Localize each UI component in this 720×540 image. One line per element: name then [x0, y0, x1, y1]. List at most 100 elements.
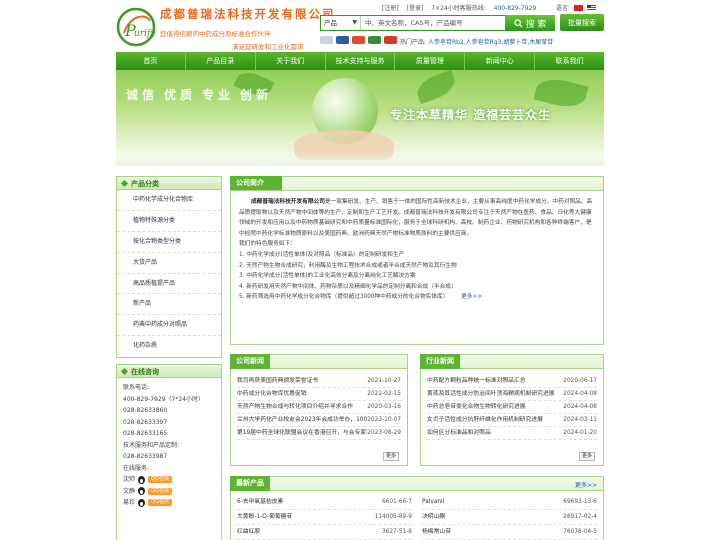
product-cas: 114005-89-9 — [374, 514, 412, 520]
language-label: 语言: — [556, 5, 571, 12]
news-title[interactable]: 黄芪及其活性成分防治间叶顶海鞘病机制研究进展 — [427, 388, 555, 400]
hot-products-links[interactable]: 人参皂苷Rb2,人参皂苷Rg3,胡萝卜苷,木犀草苷 — [428, 39, 553, 46]
qq-online-badge[interactable]: QQ在线 — [148, 476, 173, 484]
login-link[interactable]: [登录] — [407, 5, 424, 12]
intro-paragraph: 成都普瑞法科技开发有限公司是一家集研发、生产、销售于一体的国际性高新技术企业，主… — [239, 197, 595, 239]
new-products-more-link[interactable]: 更多>> — [575, 480, 597, 489]
search-icon — [513, 18, 523, 28]
banner-word: 专业 — [202, 88, 235, 102]
slogan-line-2: 满足您研发和工业化需求 — [232, 43, 304, 51]
company-news-more-button[interactable]: 更多 — [382, 452, 399, 461]
hero-banner[interactable]: 诚信 优质 专业 创新 专注本草精华 造福芸芸众生 — [116, 70, 604, 166]
category-item[interactable]: 化药杂质 — [117, 336, 221, 357]
nav-contact[interactable]: 联系我们 — [535, 52, 604, 70]
category-item[interactable]: 新产品 — [117, 294, 221, 316]
news-row[interactable]: 如何区分标准品和对照品 2024-01-20 — [427, 427, 597, 440]
product-row[interactable]: Palvanil 69693-13-6 — [422, 495, 597, 510]
nav-support[interactable]: 技术支持与服务 — [326, 52, 396, 70]
product-name[interactable]: 红曲红胺 — [237, 525, 260, 539]
product-name[interactable]: 杨梅常山苷 — [422, 525, 451, 539]
intro-company-name: 成都普瑞法科技开发有限公司 — [251, 199, 325, 205]
news-date: 2023-08-29 — [367, 430, 401, 436]
top-links: [注册] [登录] 7×24小时客服热线: 400-829-7929 — [382, 3, 542, 12]
search-button[interactable]: 搜 索 — [505, 15, 555, 31]
news-date: 2021-10-27 — [367, 378, 401, 384]
news-row[interactable]: 第19届中药全球化联盟会议在香港召开，与会专家教... 2023-08-29 — [237, 427, 401, 440]
nav-about[interactable]: 关于我们 — [256, 52, 326, 70]
news-row[interactable]: 天然产物生物合成与转化项目介绍并寻求合作 2020-03-16 — [237, 401, 401, 414]
company-news: 公司新闻 我司再获美国药典颁发荣誉证书 2021-10-27 中药成分化合物库优惠… — [230, 354, 408, 466]
product-name[interactable]: Palvanil — [422, 495, 444, 509]
news-row[interactable]: 中药总皂苷类化合物生物转化研究进展 2024-04-08 — [427, 401, 597, 414]
search-type-select[interactable]: 产品 ▼ — [321, 16, 361, 30]
news-row[interactable]: 中药配方颗粒品种统一标准对照品汇总 2020-06-17 — [427, 375, 597, 388]
slogan-line-1: 您值得信赖的中药成分及标准合作伙伴 — [160, 30, 271, 38]
category-item[interactable]: 植物特殊源分类 — [117, 211, 221, 232]
company-logo[interactable]: P urify — [116, 7, 156, 47]
search-input[interactable]: 中、英文名称，CAS号，产品编号 — [361, 16, 505, 30]
partner-logo[interactable] — [368, 36, 381, 44]
chinese-flag-icon[interactable] — [574, 4, 584, 11]
partner-logo[interactable] — [384, 36, 397, 44]
product-grid: 6-去甲氧基桔皮素 6601-66-7 Palvanil 69693-13-6 大黄… — [231, 491, 603, 540]
news-date: 2020-03-16 — [367, 404, 401, 410]
new-products-header: 最新产品 更多>> — [230, 476, 603, 491]
product-row[interactable]: 6-去甲氧基桔皮素 6601-66-7 — [237, 495, 412, 510]
news-title[interactable]: 中药总皂苷类化合物生物转化研究进展 — [427, 401, 526, 413]
news-title[interactable]: 如何区分标准品和对照品 — [427, 427, 491, 439]
product-name[interactable]: 6-去甲氧基桔皮素 — [237, 495, 283, 509]
news-row[interactable]: 中药成分化合物库优惠促销 2022-02-15 — [237, 388, 401, 401]
category-item[interactable]: 大货产品 — [117, 253, 221, 274]
english-flag-icon[interactable] — [587, 4, 597, 11]
category-item[interactable]: 中药化学成分化合物库 — [117, 190, 221, 211]
news-title[interactable]: 我司再获美国药典颁发荣誉证书 — [237, 375, 318, 387]
contact-line: 028-82633860 — [123, 407, 168, 414]
intro-more-link[interactable]: 更多>> — [461, 294, 482, 300]
qq-online-badge[interactable]: QQ在线 — [148, 499, 173, 507]
category-item[interactable]: 药典中药成分对照品 — [117, 315, 221, 337]
nav-news[interactable]: 新闻中心 — [465, 52, 536, 70]
product-row[interactable]: 杨梅常山苷 76076-04-5 — [422, 525, 597, 540]
hot-products: 热门产品: 人参皂苷Rb2,人参皂苷Rg3,胡萝卜苷,木犀草苷 — [400, 37, 553, 46]
nav-quality[interactable]: 质量管理 — [395, 52, 466, 70]
partner-logos — [320, 36, 397, 44]
staff-name: 易珍 — [123, 499, 136, 506]
industry-news-title: 行业新闻 — [420, 354, 460, 369]
product-name[interactable]: 决明山酮 — [422, 510, 445, 524]
nav-home[interactable]: 首页 — [116, 52, 186, 70]
industry-news-more-button[interactable]: 更多 — [578, 452, 595, 461]
news-title[interactable]: 中药配方颗粒品种统一标准对照品汇总 — [427, 375, 526, 387]
partner-logo[interactable] — [336, 36, 349, 44]
news-title[interactable]: 兰州大学药化产业校友会2023年会成功举办，100... — [237, 414, 367, 426]
category-item[interactable]: 高品质植提产品 — [117, 274, 221, 295]
news-date: 2023-10-07 — [367, 417, 401, 423]
news-row[interactable]: 我司再获美国药典颁发荣誉证书 2021-10-27 — [237, 375, 401, 388]
qq-contact[interactable]: 易珍 QQ在线 — [123, 497, 215, 509]
partner-logo[interactable] — [352, 36, 365, 44]
product-row[interactable]: 红曲红胺 3627-51-8 — [237, 525, 412, 540]
qq-contact[interactable]: 文静 QQ在线 — [123, 486, 215, 498]
news-title[interactable]: 女贞子活性成分抗肝纤维化作用机制研究进展 — [427, 414, 543, 426]
product-cas: 6601-66-7 — [381, 499, 412, 505]
news-title[interactable]: 中药成分化合物库优惠促销 — [237, 388, 307, 400]
partner-logo[interactable] — [320, 36, 333, 44]
staff-name: 文静 — [123, 487, 136, 495]
news-row[interactable]: 兰州大学药化产业校友会2023年会成功举办，100... 2023-10-07 — [237, 414, 401, 427]
service-item: 5. 新药筛选用中药化学成分化合物库（提供超过3000种中药成分的化合物实体库） — [239, 294, 449, 301]
category-item[interactable]: 按化合物类型分类 — [117, 232, 221, 253]
news-row[interactable]: 女贞子活性成分抗肝纤维化作用机制研究进展 2024-03-11 — [427, 414, 597, 427]
qq-online-badge[interactable]: QQ在线 — [148, 487, 173, 495]
news-row[interactable]: 黄芪及其活性成分防治间叶顶海鞘病机制研究进展 2024-04-08 — [427, 388, 597, 401]
nav-catalog[interactable]: 产品目录 — [186, 52, 256, 70]
news-title[interactable]: 天然产物生物合成与转化项目介绍并寻求合作 — [237, 401, 353, 413]
product-row[interactable]: 决明山酮 28917-02-4 — [422, 510, 597, 525]
company-intro: 公司简介 成都普瑞法科技开发有限公司是一家集研发、生产、销售于一体的国际性高新技… — [230, 176, 604, 345]
consult-title: 在线咨询 — [116, 364, 222, 378]
contact-line: 028-82633397 — [123, 418, 168, 426]
bulk-search-button[interactable]: 批量搜索 — [560, 14, 604, 31]
news-title[interactable]: 第19届中药全球化联盟会议在香港召开，与会专家教... — [237, 427, 367, 439]
qq-contact[interactable]: 沈帅 QQ在线 — [123, 474, 215, 486]
product-row[interactable]: 大黄酚-1-O-葡萄糖苷 114005-89-9 — [237, 510, 412, 525]
product-name[interactable]: 大黄酚-1-O-葡萄糖苷 — [237, 510, 292, 524]
register-link[interactable]: [注册] — [382, 5, 399, 12]
